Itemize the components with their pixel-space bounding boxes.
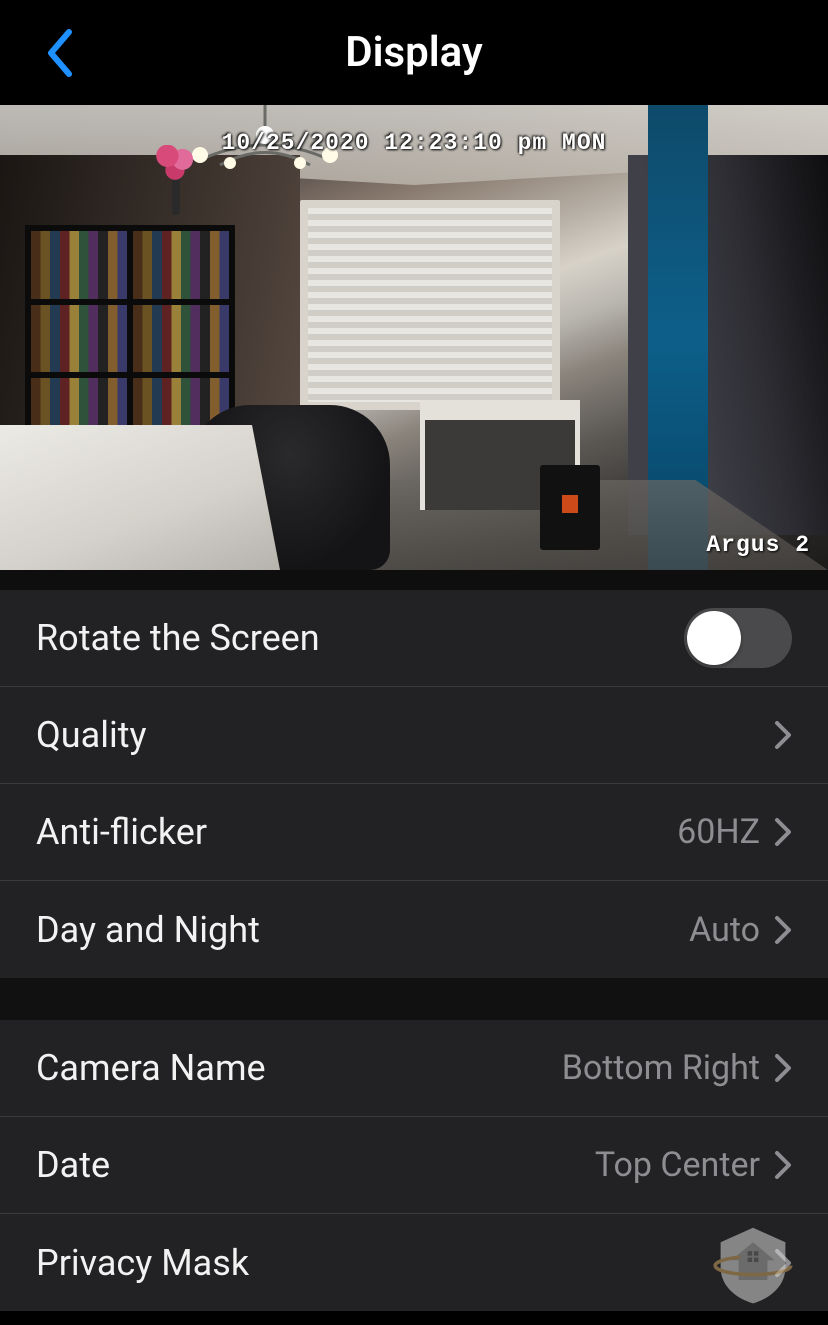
rotate-toggle[interactable] bbox=[684, 608, 792, 668]
row-value: 60HZ bbox=[677, 812, 760, 852]
row-value: Auto bbox=[689, 910, 760, 950]
preview-decor bbox=[0, 425, 280, 570]
back-button[interactable] bbox=[40, 23, 80, 83]
row-day-and-night[interactable]: Day and Night Auto bbox=[0, 881, 828, 978]
osd-camera-name: Argus 2 bbox=[706, 532, 810, 558]
camera-preview[interactable]: 10/25/2020 12:23:10 pm MON Argus 2 bbox=[0, 105, 828, 570]
page-title: Display bbox=[0, 28, 828, 77]
row-value: Bottom Right bbox=[562, 1048, 760, 1088]
row-label: Rotate the Screen bbox=[36, 617, 684, 659]
row-camera-name[interactable]: Camera Name Bottom Right bbox=[0, 1020, 828, 1117]
row-label: Date bbox=[36, 1144, 595, 1186]
row-label: Quality bbox=[36, 714, 760, 756]
section-gap bbox=[0, 570, 828, 590]
section-gap bbox=[0, 978, 828, 1020]
chevron-right-icon bbox=[774, 915, 792, 945]
row-date[interactable]: Date Top Center bbox=[0, 1117, 828, 1214]
chevron-right-icon bbox=[774, 1248, 792, 1278]
settings-group-display: Rotate the Screen Quality Anti-flicker 6… bbox=[0, 590, 828, 978]
header-bar: Display bbox=[0, 0, 828, 105]
preview-decor bbox=[540, 465, 600, 550]
row-quality[interactable]: Quality bbox=[0, 687, 828, 784]
settings-group-osd: Camera Name Bottom Right Date Top Center… bbox=[0, 1020, 828, 1311]
chevron-left-icon bbox=[45, 28, 75, 78]
row-label: Camera Name bbox=[36, 1047, 562, 1089]
row-label: Day and Night bbox=[36, 909, 689, 951]
row-anti-flicker[interactable]: Anti-flicker 60HZ bbox=[0, 784, 828, 881]
chevron-right-icon bbox=[774, 817, 792, 847]
row-value: Top Center bbox=[595, 1145, 760, 1185]
row-label: Privacy Mask bbox=[36, 1242, 760, 1284]
chevron-right-icon bbox=[774, 1150, 792, 1180]
chevron-right-icon bbox=[774, 1053, 792, 1083]
row-rotate-screen[interactable]: Rotate the Screen bbox=[0, 590, 828, 687]
row-privacy-mask[interactable]: Privacy Mask bbox=[0, 1214, 828, 1311]
osd-timestamp: 10/25/2020 12:23:10 pm MON bbox=[0, 130, 828, 156]
preview-decor bbox=[300, 200, 560, 410]
chevron-right-icon bbox=[774, 720, 792, 750]
row-label: Anti-flicker bbox=[36, 811, 677, 853]
toggle-knob bbox=[687, 611, 741, 665]
